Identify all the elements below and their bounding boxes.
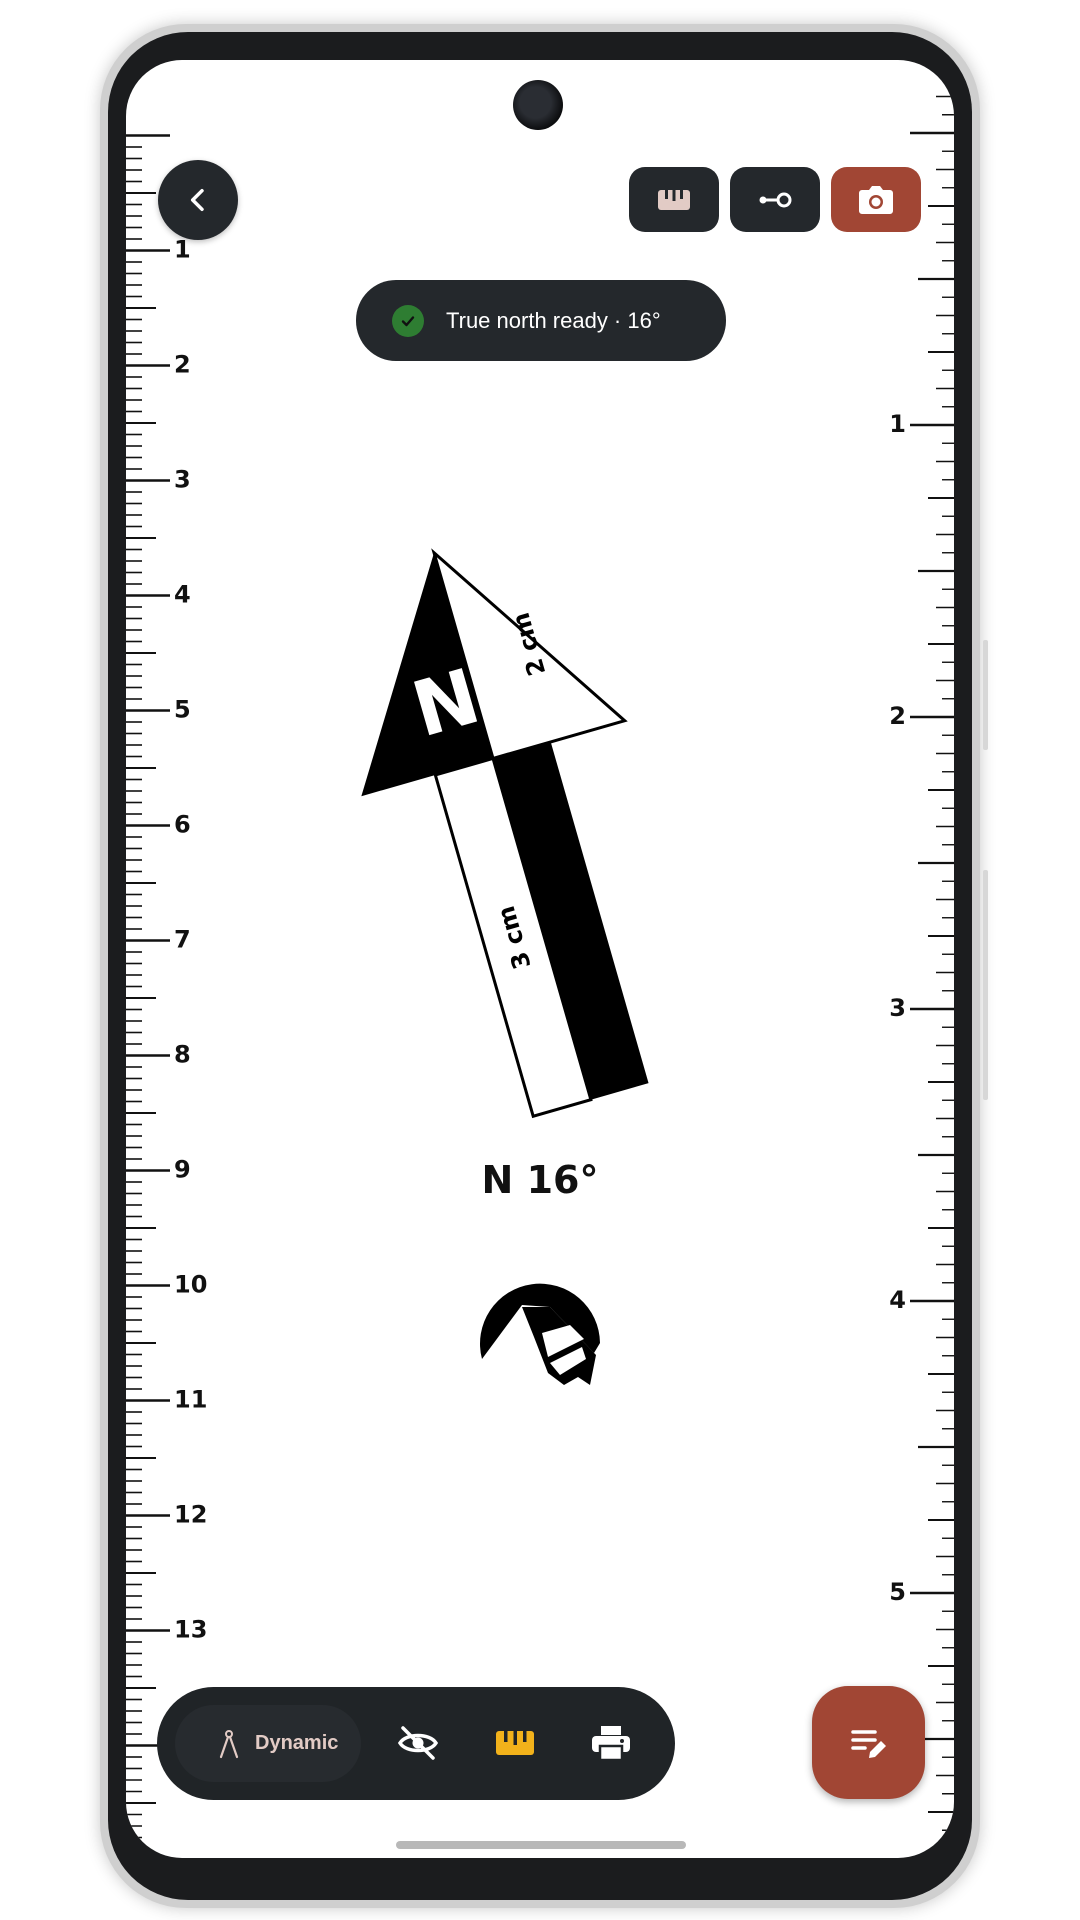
mode-label: Dynamic bbox=[255, 1732, 339, 1754]
printer-icon bbox=[592, 1726, 630, 1761]
power-button bbox=[983, 640, 988, 750]
home-indicator[interactable] bbox=[396, 1841, 686, 1849]
hide-overlay-button[interactable] bbox=[396, 1721, 440, 1765]
mode-chip-dynamic[interactable]: Dynamic bbox=[175, 1705, 361, 1782]
print-button[interactable] bbox=[589, 1721, 633, 1765]
notes-fab[interactable] bbox=[812, 1686, 925, 1799]
mountain-logo-icon bbox=[480, 1283, 600, 1385]
north-arrow: N 2 cm 3 cm bbox=[361, 548, 649, 1119]
screen: 1234567891011121312345 bbox=[126, 60, 954, 1858]
ruler-toggle-button[interactable] bbox=[493, 1721, 537, 1765]
eye-off-icon bbox=[397, 1726, 439, 1760]
volume-button bbox=[983, 870, 988, 1100]
compass-icon bbox=[219, 1729, 239, 1758]
notes-edit-icon bbox=[850, 1729, 886, 1758]
bottom-toolbar: Dynamic bbox=[157, 1687, 675, 1800]
ruler-icon bbox=[496, 1731, 534, 1755]
heading-readout: N 16° bbox=[481, 1158, 599, 1202]
